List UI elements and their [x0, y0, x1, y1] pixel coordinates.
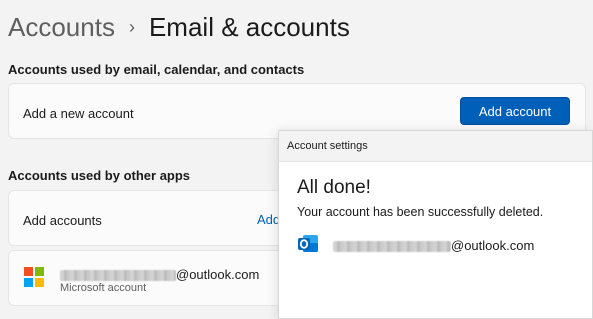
account-email: @outlook.com: [60, 267, 259, 282]
redacted-email-user: [333, 241, 451, 253]
breadcrumb: Accounts › Email & accounts: [8, 12, 350, 43]
redacted-email-user: [60, 270, 176, 282]
dialog-heading: All done!: [297, 177, 371, 198]
add-accounts-label: Add accounts: [23, 213, 102, 228]
dialog-email-domain: @outlook.com: [451, 238, 535, 253]
breadcrumb-accounts[interactable]: Accounts: [8, 12, 115, 43]
dialog-account-email: @outlook.com: [333, 238, 534, 253]
add-new-account-label: Add a new account: [23, 106, 134, 121]
section-title-other-apps: Accounts used by other apps: [8, 168, 191, 183]
outlook-icon: [298, 235, 318, 252]
dialog-titlebar[interactable]: Account settings: [279, 131, 592, 162]
breadcrumb-separator-icon: ›: [128, 17, 135, 37]
microsoft-logo-icon: [24, 267, 44, 287]
account-email-domain: @outlook.com: [176, 267, 260, 282]
section-title-email: Accounts used by email, calendar, and co…: [8, 62, 305, 77]
page-title: Email & accounts: [148, 12, 350, 42]
account-type: Microsoft account: [60, 282, 147, 294]
account-settings-dialog: Account settings All done! Your account …: [278, 130, 593, 319]
dialog-message: Your account has been successfully delet…: [297, 205, 544, 219]
dialog-title: Account settings: [287, 140, 368, 152]
add-accounts-link[interactable]: Add: [257, 212, 280, 227]
add-account-button[interactable]: Add account: [460, 97, 570, 125]
